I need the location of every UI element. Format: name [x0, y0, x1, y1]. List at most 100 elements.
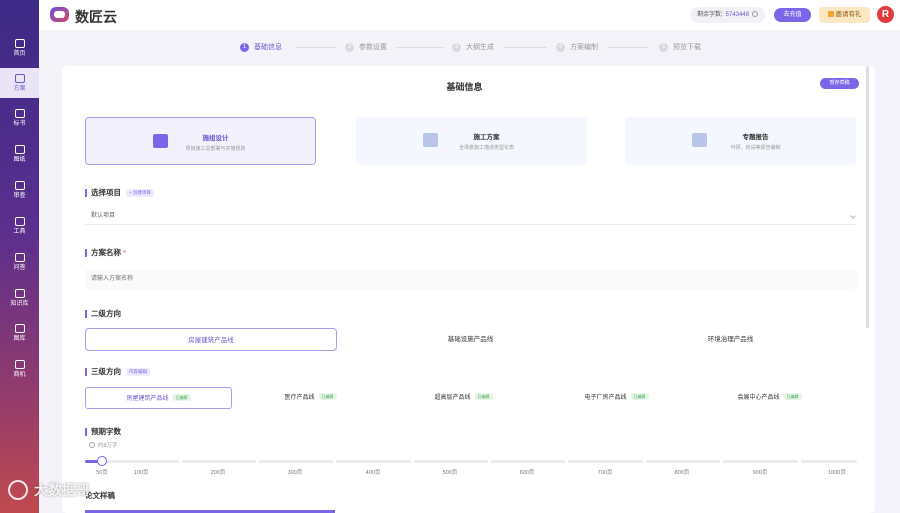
sidebar-item-label: 图库 — [13, 335, 26, 342]
plan-name-input[interactable] — [85, 269, 857, 289]
type-card-name: 专题报告 — [742, 134, 769, 141]
pages-section-title: 预期字数 — [85, 426, 121, 437]
sidebar-item-9[interactable]: 商机 — [0, 354, 39, 384]
sidebar-item-4[interactable]: 审查 — [0, 175, 39, 205]
slider-thumb[interactable] — [97, 456, 107, 466]
name-section-title: 方案名称 * — [85, 247, 126, 258]
sidebar-item-label: 审查 — [13, 192, 26, 199]
sidebar-item-7[interactable]: 知识库 — [0, 283, 39, 313]
slider-tick-label: 100页 — [133, 470, 149, 476]
top-bar: 数匠云 剩余字数: 5743448 去充值 邀请有礼 R — [39, 0, 900, 30]
step-1[interactable]: 1 基础信息 — [240, 42, 282, 52]
slider-step-gap — [798, 459, 801, 464]
slider-tick-label: 900页 — [752, 470, 768, 476]
document-icon — [14, 73, 25, 83]
name-section-label: 方案名称 — [91, 248, 121, 257]
sidebar-item-label: 图纸 — [13, 156, 26, 163]
drawing-icon — [14, 144, 25, 154]
step-2[interactable]: 2 参数设置 — [345, 42, 387, 52]
level2-option-1[interactable]: 基础设施产品线 — [343, 328, 598, 351]
level3-option-label: 电子厂房产品线 — [584, 395, 627, 401]
project-select[interactable]: 默认项目 — [85, 207, 857, 225]
recharge-button[interactable]: 去充值 — [774, 8, 811, 22]
level3-option-1[interactable]: 医疗产品线 已编辑 — [238, 387, 383, 409]
type-card-name: 施工方案 — [473, 134, 500, 141]
level3-option-2[interactable]: 超高层产品线 已编辑 — [391, 387, 536, 409]
chevron-down-icon — [850, 213, 856, 219]
level3-option-0[interactable]: 房屋建筑产品线 已编辑 — [85, 387, 232, 409]
step-connector — [296, 47, 336, 48]
sidebar-item-label: 工具 — [13, 228, 26, 235]
sidebar-item-label: 知识库 — [10, 300, 29, 307]
type-card-name: 施组设计 — [202, 135, 229, 142]
step-3[interactable]: 3 大纲生成 — [452, 42, 494, 52]
sidebar-item-0[interactable]: 首页 — [0, 33, 39, 63]
level3-section-title: 三级方向 内容编辑 — [85, 366, 150, 377]
sidebar: 首页方案标书图纸审查工具问答知识库图库商机 — [0, 0, 39, 513]
slider-step-gap — [488, 459, 491, 464]
type-card-1[interactable]: 施工方案全场景施工描述类型论表 — [356, 117, 587, 165]
save-draft-button[interactable]: 暂存草稿 — [820, 78, 859, 89]
level3-option-3[interactable]: 电子厂房产品线 已编辑 — [544, 387, 689, 409]
step-5[interactable]: 5 预览下载 — [659, 42, 701, 52]
sidebar-item-2[interactable]: 标书 — [0, 103, 39, 133]
slider-tick-label: 800页 — [674, 470, 690, 476]
edited-tag: 已编辑 — [318, 393, 337, 400]
sidebar-item-label: 商机 — [13, 371, 26, 378]
stepper: 1 基础信息 2 参数设置 3 大纲生成 4 方案编制 5 预览下载 — [39, 30, 900, 64]
type-card-2[interactable]: 专题报告可研、初设等报告编制 — [625, 117, 856, 165]
avatar[interactable]: R — [877, 6, 894, 23]
project-select-value: 默认项目 — [91, 213, 116, 219]
step-number: 3 — [452, 42, 461, 52]
slider-tick-label: 1000页 — [828, 470, 846, 476]
sidebar-item-6[interactable]: 问答 — [0, 247, 39, 277]
slider-step-gap — [333, 459, 336, 464]
step-4[interactable]: 4 方案编制 — [556, 42, 598, 52]
refresh-icon[interactable] — [752, 11, 759, 17]
clock-icon — [89, 442, 95, 448]
level2-option-2[interactable]: 环境治理产品线 — [603, 328, 858, 351]
home-icon — [14, 38, 25, 48]
tools-icon — [14, 216, 25, 226]
slider-step-gap — [720, 459, 723, 464]
word-count-label: 剩余字数: — [697, 12, 723, 18]
chat-icon — [14, 252, 25, 262]
type-card-desc: 项目施工总部署与实施规则 — [185, 146, 246, 152]
sidebar-item-8[interactable]: 图库 — [0, 318, 39, 348]
project-section-title: 选择项目 + 创建项目 — [85, 187, 154, 198]
level3-option-4[interactable]: 会展中心产品线 已编辑 — [697, 387, 842, 409]
knowledge-icon — [14, 288, 25, 298]
step-number: 4 — [556, 42, 565, 52]
sidebar-item-label: 问答 — [13, 264, 26, 271]
word-count-value: 5743448 — [725, 12, 750, 18]
edited-tag: 已编辑 — [172, 394, 191, 401]
type-card-desc: 可研、初设等报告编制 — [730, 145, 781, 151]
step-connector — [504, 47, 546, 48]
type-card-desc: 全场景施工描述类型论表 — [458, 145, 514, 151]
sidebar-item-5[interactable]: 工具 — [0, 211, 39, 241]
create-project-link[interactable]: + 创建项目 — [126, 188, 154, 197]
step-label: 参数设置 — [359, 44, 387, 51]
sidebar-item-3[interactable]: 图纸 — [0, 139, 39, 169]
invite-button[interactable]: 邀请有礼 — [819, 7, 870, 23]
step-number: 5 — [659, 42, 668, 52]
pages-slider[interactable] — [85, 456, 857, 466]
watermark-icon — [8, 480, 28, 500]
slider-tick-label: 50页 — [96, 470, 108, 476]
slider-tick-label: 400页 — [365, 470, 381, 476]
slider-step-gap — [565, 459, 568, 464]
slider-step-gap — [643, 459, 646, 464]
scrollbar[interactable] — [866, 66, 869, 328]
level3-section-label: 三级方向 — [91, 367, 121, 376]
level2-section-label: 二级方向 — [91, 309, 121, 318]
step-label: 大纲生成 — [466, 44, 494, 51]
type-card-0[interactable]: 施组设计项目施工总部署与实施规则 — [85, 117, 316, 165]
pages-hint-text: 约8万字 — [98, 443, 118, 449]
slider-tick-label: 700页 — [597, 470, 613, 476]
level2-option-0[interactable]: 房屋建筑产品线 — [85, 328, 337, 351]
level2-section-title: 二级方向 — [85, 308, 121, 319]
project-section-label: 选择项目 — [91, 188, 121, 197]
sidebar-item-1[interactable]: 方案 — [0, 68, 39, 98]
slider-step-gap — [411, 459, 414, 464]
level3-edit-tag[interactable]: 内容编辑 — [126, 367, 150, 376]
